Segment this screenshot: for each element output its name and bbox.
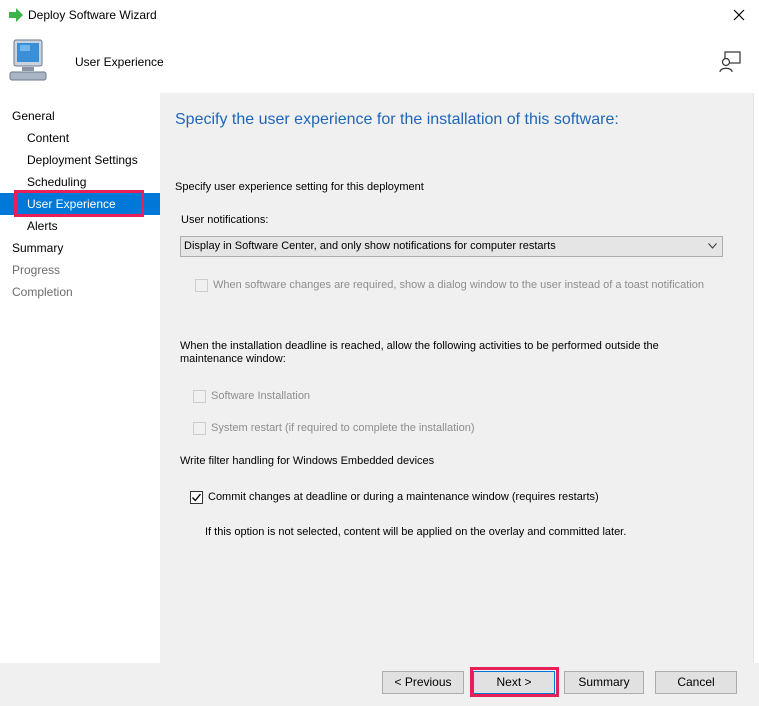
panel-edge <box>753 93 759 663</box>
wizard-footer <box>0 663 759 706</box>
deadline-text: When the installation deadline is reache… <box>180 340 659 365</box>
close-icon <box>733 9 745 21</box>
nav-item-deployment-settings[interactable]: Deployment Settings <box>0 149 138 171</box>
checkmark-icon <box>192 493 202 502</box>
software-installation-checkbox[interactable] <box>193 390 206 403</box>
computer-icon <box>9 39 47 81</box>
system-restart-checkbox[interactable] <box>193 422 206 435</box>
nav-item-completion: Completion <box>12 285 73 299</box>
system-restart-label: System restart (if required to complete … <box>211 422 475 434</box>
next-button[interactable]: Next > <box>473 671 555 694</box>
green-arrow-icon <box>9 8 23 22</box>
commit-changes-checkbox[interactable] <box>190 491 203 504</box>
nav-item-progress: Progress <box>12 263 61 277</box>
chevron-down-icon <box>708 243 717 249</box>
nav-item-alerts[interactable]: Alerts <box>0 215 58 237</box>
page-heading: Specify the user experience for the inst… <box>175 111 619 128</box>
nav-item-summary[interactable]: Summary <box>0 237 63 259</box>
title-bar: Deploy Software Wizard <box>0 0 759 30</box>
help-person-icon[interactable] <box>718 50 742 74</box>
nav-item-scheduling[interactable]: Scheduling <box>0 171 86 193</box>
nav-item-user-experience[interactable]: User Experience <box>0 193 160 215</box>
notifications-label: User notifications: <box>181 214 269 226</box>
wizard-header: User Experience <box>0 30 759 92</box>
notifications-dropdown-value: Display in Software Center, and only sho… <box>184 240 556 252</box>
dialog-window-label: When software changes are required, show… <box>213 279 705 291</box>
software-installation-label: Software Installation <box>211 390 311 402</box>
previous-button[interactable]: < Previous <box>382 671 464 694</box>
overlay-note: If this option is not selected, content … <box>205 526 627 538</box>
intro-text: Specify user experience setting for this… <box>175 181 424 193</box>
close-button[interactable] <box>719 0 759 30</box>
nav-item-content[interactable]: Content <box>0 127 69 149</box>
nav-item-general[interactable]: General <box>0 105 55 127</box>
summary-button[interactable]: Summary <box>564 671 644 694</box>
notifications-dropdown[interactable]: Display in Software Center, and only sho… <box>180 236 723 257</box>
commit-changes-label: Commit changes at deadline or during a m… <box>208 491 599 503</box>
dialog-window-checkbox[interactable] <box>195 279 208 292</box>
window-title: Deploy Software Wizard <box>28 8 157 22</box>
page-title: User Experience <box>75 55 164 69</box>
main-panel <box>160 93 759 663</box>
write-filter-label: Write filter handling for Windows Embedd… <box>180 455 435 467</box>
cancel-button[interactable]: Cancel <box>655 671 737 694</box>
